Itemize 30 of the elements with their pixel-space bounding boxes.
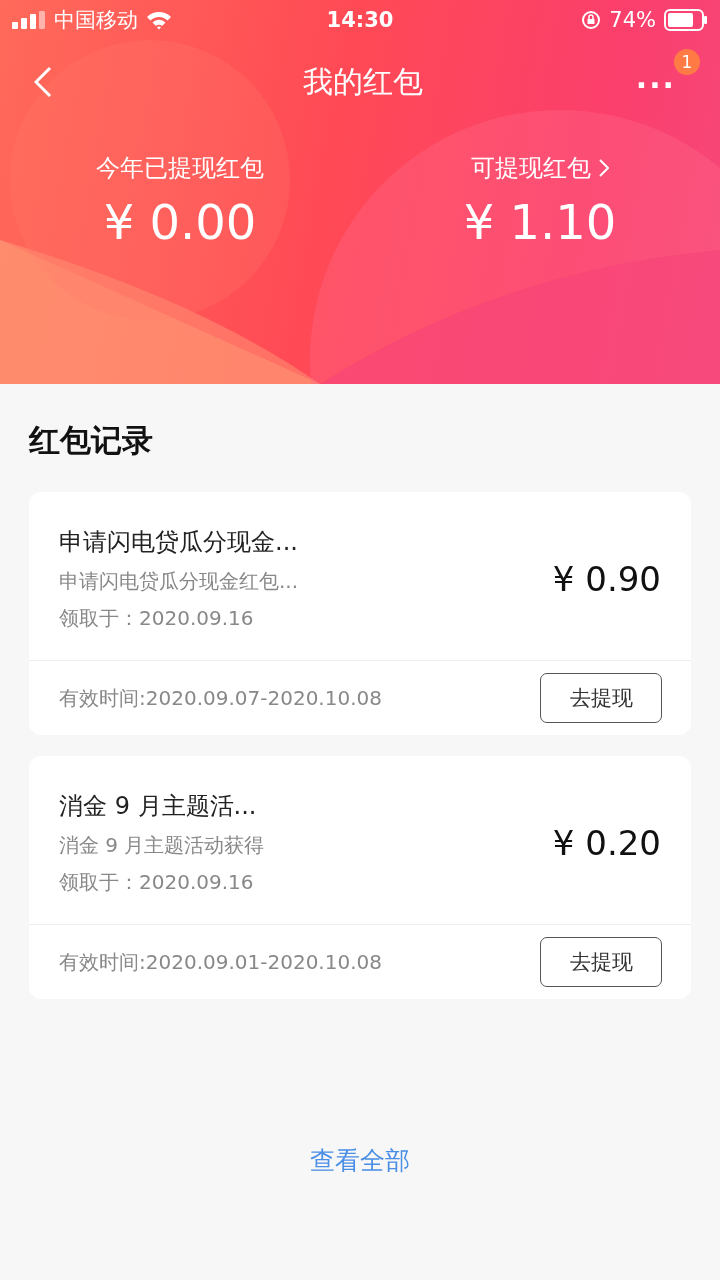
back-icon[interactable] [34, 66, 52, 98]
withdraw-button[interactable]: 去提现 [540, 673, 662, 723]
record-description: 消金 9 月主题活动获得 [59, 832, 266, 859]
notification-badge: 1 [674, 49, 700, 75]
summary-amount: ¥ 1.10 [463, 194, 617, 250]
received-date: 领取于：2020.09.16 [59, 869, 255, 896]
record-title: 消金 9 月主题活... [59, 791, 258, 822]
page-title: 我的红包 [303, 62, 423, 101]
battery-icon [664, 9, 708, 31]
record-amount: ¥ 0.90 [552, 559, 661, 599]
record-amount: ¥ 0.20 [552, 823, 661, 863]
rotation-lock-icon [581, 10, 602, 30]
view-all-link[interactable]: 查看全部 [310, 1144, 410, 1177]
battery-percent: 74% [609, 8, 656, 32]
validity-period: 有效时间:2020.09.01-2020.10.08 [59, 948, 382, 976]
signal-icon [12, 11, 46, 29]
withdrawable-link[interactable]: 可提现红包 [471, 152, 609, 184]
chevron-icon [599, 159, 609, 177]
summary-amount: ¥ 0.00 [103, 194, 257, 250]
validity-period: 有效时间:2020.09.07-2020.10.08 [59, 684, 382, 712]
more-button[interactable]: ... [635, 63, 676, 93]
clock-time: 14:30 [326, 8, 394, 32]
section-title: 红包记录 [29, 421, 154, 460]
record-title: 申请闪电贷瓜分现金... [59, 527, 299, 558]
record-description: 申请闪电贷瓜分现金红包... [59, 568, 300, 595]
withdraw-button[interactable]: 去提现 [540, 937, 662, 987]
carrier-name: 中国移动 [54, 7, 138, 34]
received-date: 领取于：2020.09.16 [59, 605, 255, 632]
summary-label: 今年已提现红包 [96, 153, 264, 184]
wifi-icon [146, 10, 172, 30]
